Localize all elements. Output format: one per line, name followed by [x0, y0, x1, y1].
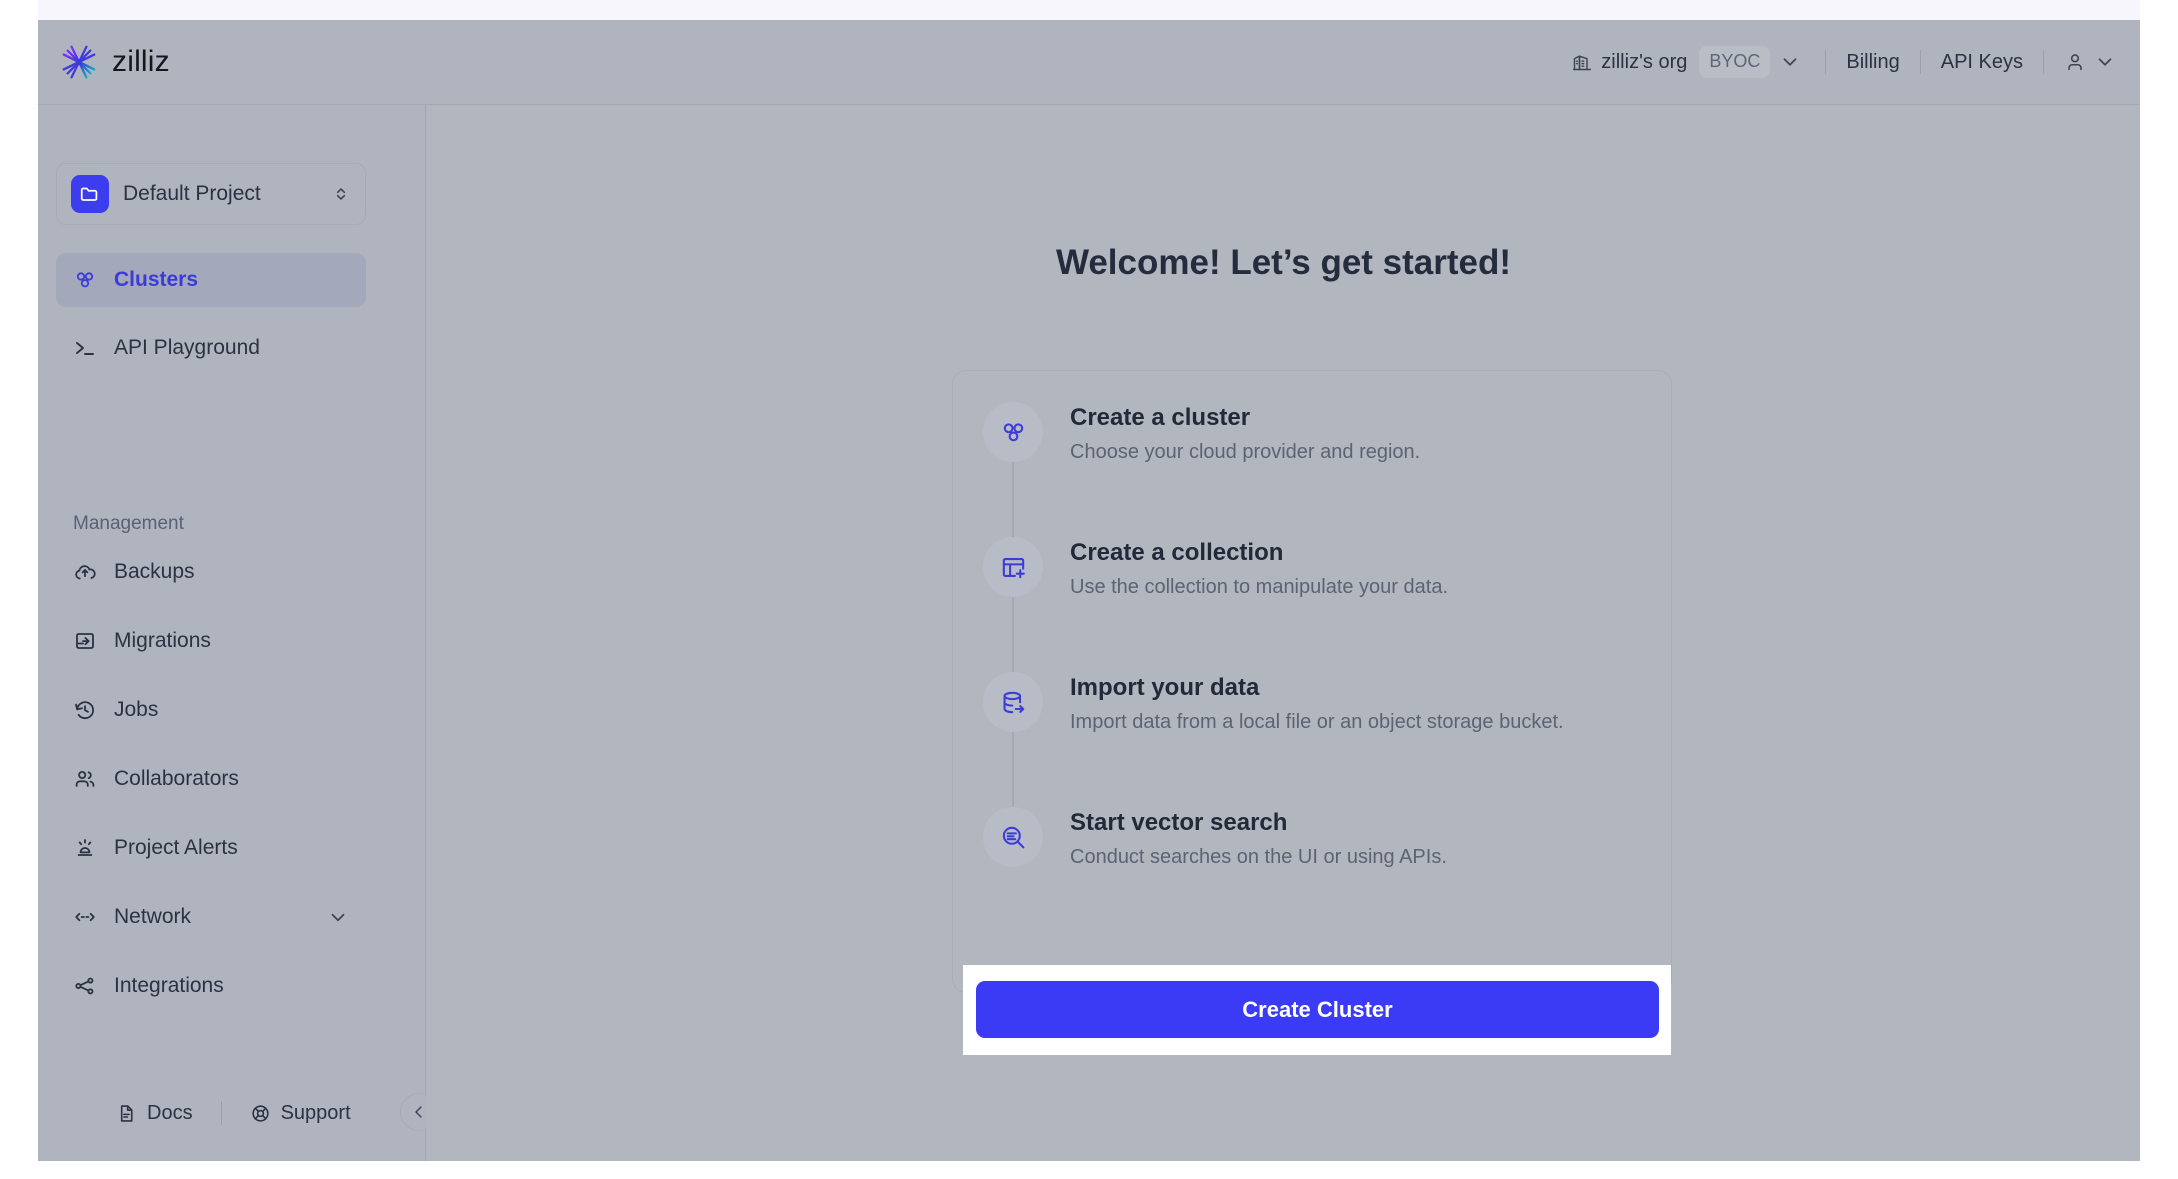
- clusters-icon: [983, 402, 1043, 462]
- top-navigation: zilliz's org BYOC Billing API Keys: [1568, 46, 2116, 78]
- sidebar-item-label: Network: [114, 905, 192, 928]
- brand-logo[interactable]: zilliz: [58, 41, 170, 83]
- footer-divider: [220, 1101, 222, 1125]
- sidebar-item-label: Collaborators: [114, 767, 239, 790]
- sidebar-section-label: Management: [73, 513, 184, 534]
- table-plus-icon: [983, 537, 1043, 597]
- clock-rewind-icon: [75, 701, 94, 720]
- brand-name: zilliz: [112, 45, 170, 78]
- user-menu[interactable]: [2064, 51, 2116, 73]
- billing-link[interactable]: Billing: [1846, 51, 1899, 74]
- docs-link[interactable]: Docs: [116, 1102, 193, 1125]
- step-create-collection[interactable]: Create a collection Use the collection t…: [983, 530, 1643, 732]
- step-title: Create a collection: [1070, 539, 1284, 566]
- document-icon: [120, 1104, 133, 1122]
- sidebar-primary-nav: Clusters API Playground: [56, 253, 366, 389]
- chevron-down-icon[interactable]: [1779, 51, 1801, 73]
- share-nodes-icon: [75, 977, 94, 995]
- chevron-down-icon: [2098, 58, 2112, 66]
- chevron-up-down-icon: [336, 188, 346, 200]
- left-sidebar: Default Project Clusters API Playground …: [38, 105, 438, 1161]
- step-import-data[interactable]: Import your data Import data from a loca…: [983, 665, 1643, 867]
- sidebar-item-project-alerts[interactable]: Project Alerts: [56, 821, 366, 875]
- sidebar-item-label: Backups: [114, 560, 195, 583]
- search-vector-icon: [983, 807, 1043, 867]
- clusters-icon: [76, 272, 94, 288]
- step-start-vector-search[interactable]: Start vector search Conduct searches on …: [983, 800, 1643, 935]
- sidebar-item-backups[interactable]: Backups: [56, 545, 366, 599]
- sidebar-item-label: Jobs: [114, 698, 159, 721]
- step-text: Start vector search Conduct searches on …: [1070, 800, 1447, 869]
- api-keys-link[interactable]: API Keys: [1941, 51, 2023, 74]
- project-name: Default Project: [123, 182, 261, 205]
- step-text: Create a cluster Choose your cloud provi…: [1070, 395, 1420, 464]
- org-switcher[interactable]: zilliz's org BYOC: [1568, 46, 1805, 78]
- folder-icon: [71, 175, 109, 213]
- screenshot-root: zilliz zilliz's org BYOC Billing API Key…: [0, 0, 2178, 1179]
- page-title: Welcome! Let’s get started!: [1055, 243, 1512, 282]
- step-title: Start vector search: [1070, 809, 1288, 836]
- siren-icon: [77, 839, 93, 856]
- sidebar-item-label: Clusters: [114, 268, 199, 291]
- zilliz-cloud-app: zilliz zilliz's org BYOC Billing API Key…: [38, 20, 2140, 1161]
- users-icon: [75, 771, 95, 787]
- sidebar-item-api-playground[interactable]: API Playground: [56, 321, 366, 375]
- step-description: Use the collection to manipulate your da…: [1070, 576, 1448, 598]
- terminal-icon: [76, 342, 94, 355]
- sidebar-item-network[interactable]: Network: [56, 890, 366, 944]
- step-description: Conduct searches on the UI or using APIs…: [1070, 846, 1447, 868]
- sidebar-footer: Docs Support: [38, 1065, 426, 1161]
- zilliz-star-logo-icon: [62, 43, 96, 81]
- sidebar-item-migrations[interactable]: Migrations: [56, 614, 366, 668]
- sidebar-management-nav: Backups Migrations Jobs Collaborators Pr…: [56, 545, 366, 1028]
- main-content: Welcome! Let’s get started! Create a clu…: [427, 105, 2140, 1161]
- onboarding-steps-card: Create a cluster Choose your cloud provi…: [952, 370, 1672, 993]
- sidebar-item-clusters[interactable]: Clusters: [56, 253, 366, 307]
- nav-divider: [1825, 50, 1827, 74]
- sidebar-item-label: Integrations: [114, 974, 224, 997]
- chevron-left-icon: [415, 1106, 422, 1118]
- org-plan-badge: BYOC: [1699, 46, 1771, 78]
- step-text: Create a collection Use the collection t…: [1070, 530, 1448, 599]
- database-import-icon: [983, 672, 1043, 732]
- docs-label: Docs: [147, 1101, 193, 1124]
- chevron-down-icon[interactable]: [327, 906, 349, 928]
- lifebuoy-icon: [251, 1104, 269, 1122]
- network-arrows-icon: [75, 912, 95, 922]
- project-selector[interactable]: Default Project: [56, 163, 366, 225]
- nav-divider: [2043, 50, 2044, 74]
- migrations-icon: [76, 633, 94, 649]
- top-header-bar: zilliz zilliz's org BYOC Billing API Key…: [38, 20, 2140, 105]
- create-cluster-button[interactable]: Create Cluster: [976, 981, 1659, 1038]
- sidebar-item-label: API Playground: [114, 336, 260, 359]
- step-title: Create a cluster: [1070, 404, 1251, 431]
- nav-divider: [1919, 50, 1921, 74]
- step-title: Import your data: [1070, 674, 1260, 701]
- step-description: Choose your cloud provider and region.: [1070, 441, 1421, 463]
- support-link[interactable]: Support: [250, 1102, 351, 1125]
- steps-list: Create a cluster Choose your cloud provi…: [983, 395, 1643, 935]
- org-name: zilliz's org: [1601, 50, 1688, 73]
- browser-chrome-strip: [38, 0, 2140, 20]
- step-create-cluster[interactable]: Create a cluster Choose your cloud provi…: [983, 395, 1643, 597]
- step-description: Import data from a local file or an obje…: [1070, 711, 1564, 733]
- support-label: Support: [280, 1101, 351, 1124]
- sidebar-item-jobs[interactable]: Jobs: [56, 683, 366, 737]
- sidebar-item-collaborators[interactable]: Collaborators: [56, 752, 366, 806]
- sidebar-item-label: Migrations: [114, 629, 211, 652]
- user-icon: [2068, 54, 2082, 71]
- sidebar-item-label: Project Alerts: [114, 836, 238, 859]
- building-icon: [1573, 55, 1592, 71]
- step-text: Import your data Import data from a loca…: [1070, 665, 1564, 734]
- sidebar-item-integrations[interactable]: Integrations: [56, 959, 366, 1013]
- cloud-upload-icon: [75, 565, 96, 580]
